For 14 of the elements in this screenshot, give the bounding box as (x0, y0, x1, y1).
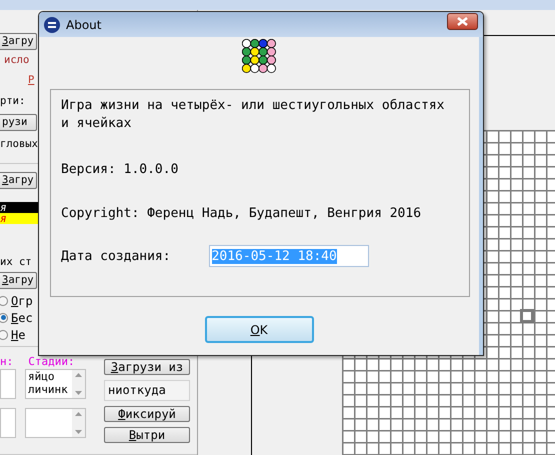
radio-label: Огр (11, 294, 33, 308)
radio-label: Не (11, 328, 26, 342)
radio-label: Бес (11, 310, 33, 324)
count-label: исло (3, 54, 30, 66)
stages-label: Стадии: (28, 355, 75, 368)
description-text: Игра жизни на четырёх- или шестиугольных областях и ячейках (61, 97, 446, 133)
copyright-text: Copyright: Ференц Надь, Будапешт, Венгрия 2016 (61, 206, 422, 221)
date-label: Дата создания: (61, 248, 171, 264)
label: гловых (0, 138, 38, 150)
window-title: About (66, 18, 102, 32)
label: их ст (0, 256, 32, 268)
version-text: Версия: 1.0.0.0 (61, 162, 180, 177)
label: н: (0, 355, 14, 368)
label: рти: (0, 95, 26, 107)
